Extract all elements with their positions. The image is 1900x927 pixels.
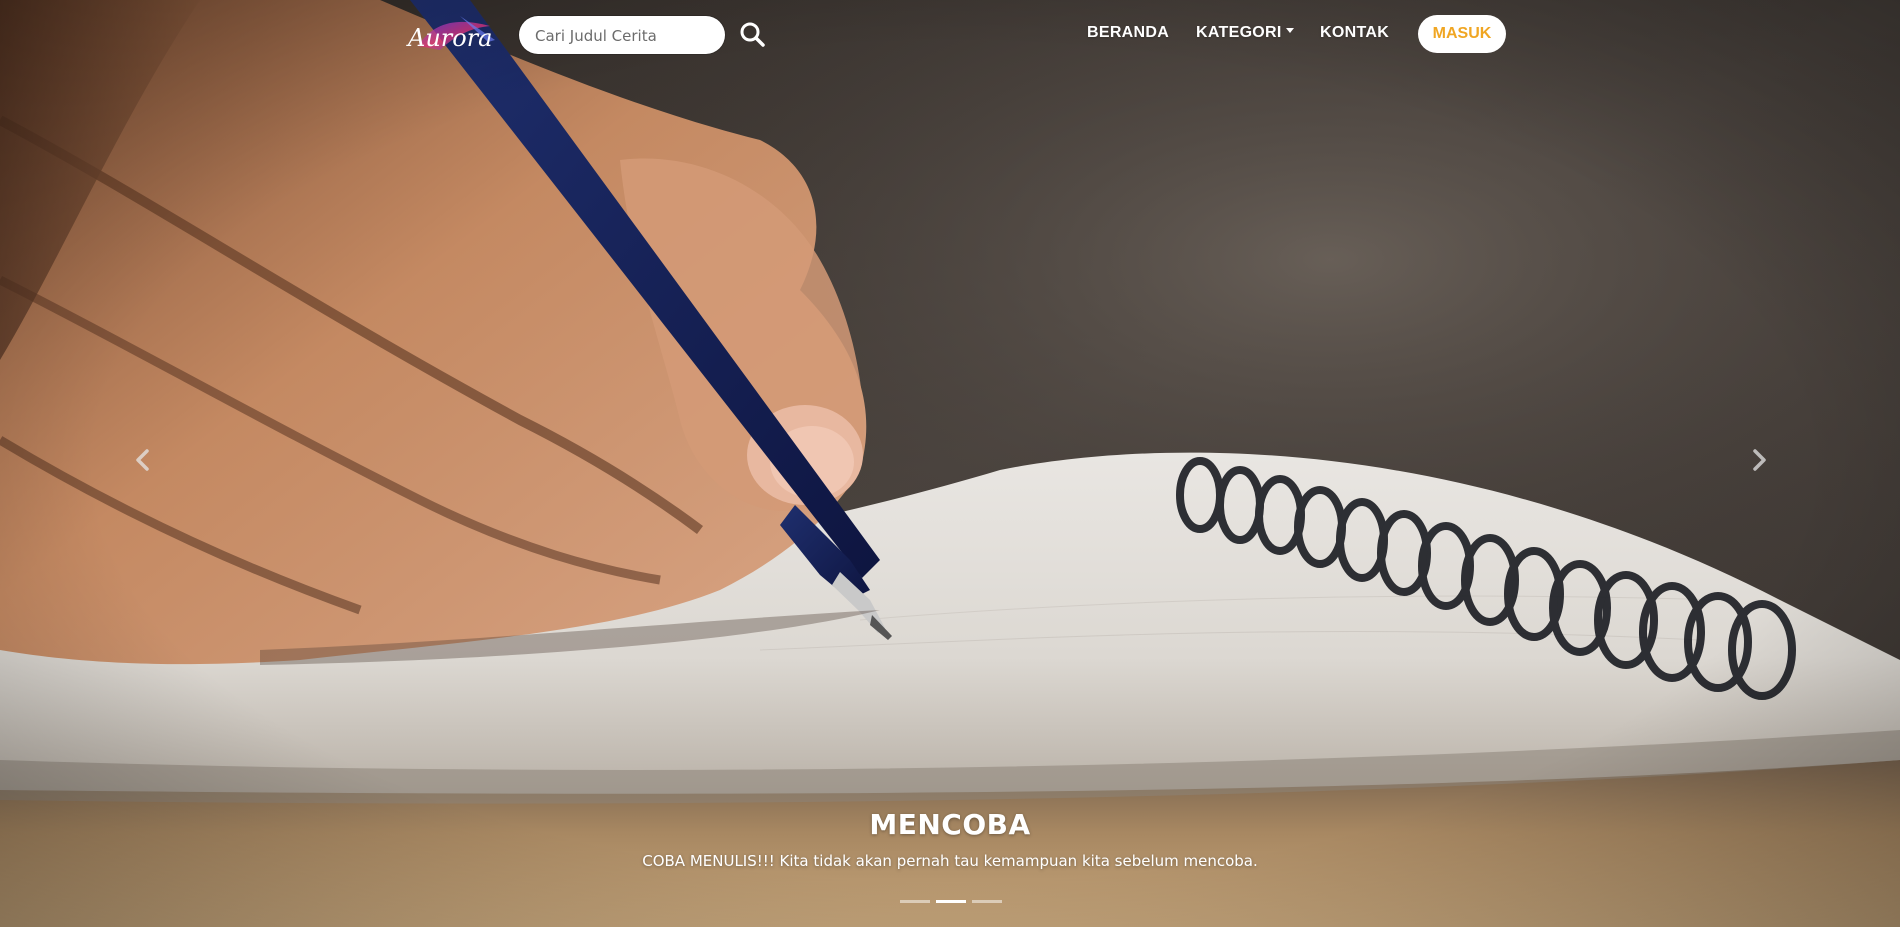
hero-background-image <box>0 0 1900 927</box>
navbar: Aurora BERANDA KATEGORI KONTAK MASUK <box>0 0 1900 70</box>
nav-kategori-dropdown[interactable]: KATEGORI <box>1196 24 1294 42</box>
nav-beranda[interactable]: BERANDA <box>1087 24 1169 42</box>
login-button[interactable]: MASUK <box>1418 15 1506 53</box>
carousel-indicator-2[interactable] <box>936 900 966 903</box>
carousel-prev-button[interactable] <box>123 440 163 480</box>
nav-beranda-label: BERANDA <box>1087 24 1170 41</box>
search-box <box>519 16 725 56</box>
carousel-next-button[interactable] <box>1739 440 1779 480</box>
search-button[interactable] <box>738 20 768 50</box>
nav-kategori-label: KATEGORI <box>1196 24 1282 41</box>
carousel-indicator-1[interactable] <box>900 900 930 903</box>
hero-carousel: Aurora BERANDA KATEGORI KONTAK MASUK <box>0 0 1900 927</box>
slide-title: MENCOBA <box>869 808 1031 841</box>
caret-down-icon <box>1285 28 1294 34</box>
nav-kontak-label: KONTAK <box>1320 24 1390 41</box>
search-icon <box>740 22 765 47</box>
search-input[interactable] <box>533 16 717 56</box>
slide-description: COBA MENULIS!!! Kita tidak akan pernah t… <box>642 852 1258 870</box>
chevron-left-icon <box>136 449 149 471</box>
nav-kontak[interactable]: KONTAK <box>1320 24 1389 42</box>
chevron-right-icon <box>1753 449 1766 471</box>
login-button-label: MASUK <box>1432 25 1492 42</box>
brand-logo[interactable]: Aurora <box>400 10 510 60</box>
svg-text:Aurora: Aurora <box>406 24 493 52</box>
carousel-indicators <box>900 898 1002 906</box>
carousel-indicator-3[interactable] <box>972 900 1002 903</box>
